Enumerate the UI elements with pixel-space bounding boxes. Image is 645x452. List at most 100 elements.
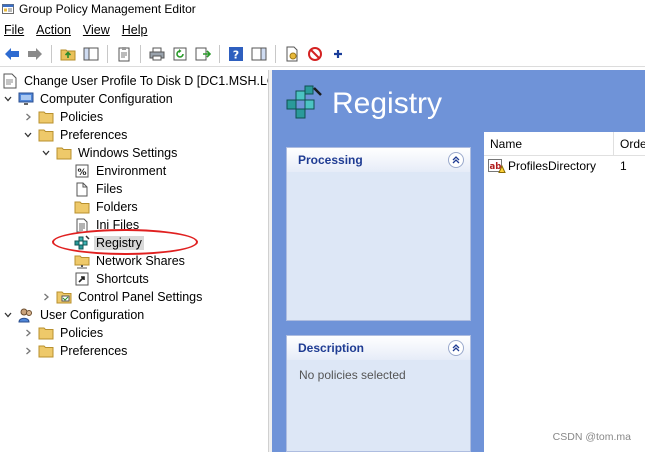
- tree-label-uc-preferences: Preferences: [60, 344, 128, 358]
- plus-icon: [334, 49, 342, 58]
- menu-view-label: View: [82, 23, 110, 37]
- menu-file-label: File: [4, 23, 25, 37]
- shortcut-icon: [74, 271, 90, 287]
- tree-item-environment[interactable]: % Environment: [74, 162, 168, 180]
- back-button[interactable]: [2, 44, 22, 64]
- folder-icon: [38, 343, 54, 359]
- tree-item-user-configuration[interactable]: User Configuration: [2, 306, 146, 324]
- column-header-name[interactable]: Name: [484, 132, 614, 156]
- tree-label-cc-preferences: Preferences: [60, 128, 128, 142]
- tree-item-cc-policies[interactable]: Policies: [22, 108, 105, 126]
- new-item-button[interactable]: [282, 44, 302, 64]
- menu-file[interactable]: File: [0, 23, 28, 37]
- printer-icon: [149, 47, 165, 60]
- stop-button[interactable]: [305, 44, 325, 64]
- tree-item-cc-preferences[interactable]: Preferences: [22, 126, 129, 144]
- tree-item-files[interactable]: Files: [74, 180, 124, 198]
- description-panel: Description No policies selected: [286, 335, 471, 452]
- window-title: Group Policy Management Editor: [19, 2, 196, 16]
- show-hide-tree-button[interactable]: [81, 44, 101, 64]
- forward-button[interactable]: [25, 44, 45, 64]
- tree-label-shortcuts: Shortcuts: [96, 272, 149, 286]
- folder-icon: [38, 127, 54, 143]
- tree-label-uc-policies: Policies: [60, 326, 104, 340]
- menu-view[interactable]: View: [79, 23, 114, 37]
- back-arrow-icon: [5, 47, 19, 60]
- folder-icon: [74, 199, 90, 215]
- help-icon: ?: [229, 46, 243, 61]
- chevron-down-icon[interactable]: [2, 309, 14, 321]
- gpo-document-icon: [2, 73, 18, 89]
- list-item[interactable]: ab ProfilesDirectory 1: [484, 157, 645, 175]
- control-panel-folder-icon: [56, 289, 72, 305]
- tree-item-uc-policies[interactable]: Policies: [22, 324, 105, 342]
- users-icon: [18, 307, 34, 323]
- content-header: Registry: [272, 70, 645, 132]
- tree-label-files: Files: [96, 182, 123, 196]
- description-panel-title: Description: [298, 341, 365, 355]
- tree-label-computer-configuration: Computer Configuration: [40, 92, 173, 106]
- menu-help[interactable]: Help: [118, 23, 152, 37]
- processing-panel: Processing: [286, 147, 471, 321]
- refresh-button[interactable]: [170, 44, 190, 64]
- stop-icon: [308, 46, 322, 61]
- collapse-processing-button[interactable]: [448, 152, 464, 168]
- export-list-icon: [195, 47, 211, 60]
- tree-label-user-configuration: User Configuration: [40, 308, 145, 322]
- folder-icon: [56, 145, 72, 161]
- tree-item-control-panel-settings[interactable]: Control Panel Settings: [40, 288, 204, 306]
- files-icon: [74, 181, 90, 197]
- menu-bar: File Action View Help: [0, 20, 645, 40]
- tree-label-cc-policies: Policies: [60, 110, 104, 124]
- chevron-right-icon[interactable]: [22, 111, 34, 123]
- chevron-right-icon[interactable]: [22, 327, 34, 339]
- tree-item-root[interactable]: Change User Profile To Disk D [DC1.MSH.L…: [2, 72, 268, 90]
- folder-icon: [38, 109, 54, 125]
- list-item-order: 1: [620, 159, 627, 173]
- print-button[interactable]: [147, 44, 167, 64]
- registry-items-list: Name Orde ab ProfilesDirectory 1: [484, 132, 645, 452]
- new-document-icon: [286, 46, 298, 61]
- show-action-pane-button[interactable]: [249, 44, 269, 64]
- annotation-ellipse: [52, 229, 198, 255]
- chevron-up-double-icon: [452, 344, 460, 352]
- console-tree: Change User Profile To Disk D [DC1.MSH.L…: [0, 70, 268, 452]
- chevron-up-double-icon: [452, 156, 460, 164]
- tree-item-computer-configuration[interactable]: Computer Configuration: [2, 90, 175, 108]
- tree-label-root: Change User Profile To Disk D [DC1.MSH.L…: [24, 74, 268, 88]
- menu-help-label: Help: [121, 23, 148, 37]
- help-button[interactable]: ?: [226, 44, 246, 64]
- refresh-icon: [173, 47, 187, 60]
- svg-text:%: %: [77, 168, 86, 178]
- tree-label-control-panel-settings: Control Panel Settings: [78, 290, 203, 304]
- tree-item-folders[interactable]: Folders: [74, 198, 140, 216]
- console-tree-icon: [83, 47, 99, 60]
- tree-item-windows-settings[interactable]: Windows Settings: [40, 144, 179, 162]
- network-share-icon: [74, 253, 90, 269]
- registry-large-icon: [284, 84, 324, 124]
- export-list-button[interactable]: [193, 44, 213, 64]
- registry-string-value-icon: ab: [488, 159, 506, 173]
- processing-panel-header: Processing: [287, 148, 470, 172]
- processing-panel-body: [287, 172, 470, 320]
- menu-action[interactable]: Action: [32, 23, 75, 37]
- collapse-description-button[interactable]: [448, 340, 464, 356]
- tree-label-windows-settings: Windows Settings: [78, 146, 178, 160]
- chevron-right-icon[interactable]: [22, 345, 34, 357]
- chevron-down-icon[interactable]: [40, 147, 52, 159]
- chevron-down-icon[interactable]: [22, 129, 34, 141]
- clipboard-button[interactable]: [114, 44, 134, 64]
- description-panel-header: Description: [287, 336, 470, 360]
- tree-item-shortcuts[interactable]: Shortcuts: [74, 270, 151, 288]
- chevron-right-icon[interactable]: [40, 291, 52, 303]
- content-heading: Registry: [332, 87, 443, 120]
- tree-item-uc-preferences[interactable]: Preferences: [22, 342, 129, 360]
- up-one-level-button[interactable]: [58, 44, 78, 64]
- column-header-order[interactable]: Orde: [614, 132, 645, 156]
- toolbar-separator: [219, 44, 220, 63]
- description-panel-body: No policies selected: [287, 360, 470, 451]
- watermark: CSDN @tom.ma: [552, 431, 631, 443]
- add-button[interactable]: [328, 44, 348, 64]
- tree-label-network-shares: Network Shares: [96, 254, 185, 268]
- chevron-down-icon[interactable]: [2, 93, 14, 105]
